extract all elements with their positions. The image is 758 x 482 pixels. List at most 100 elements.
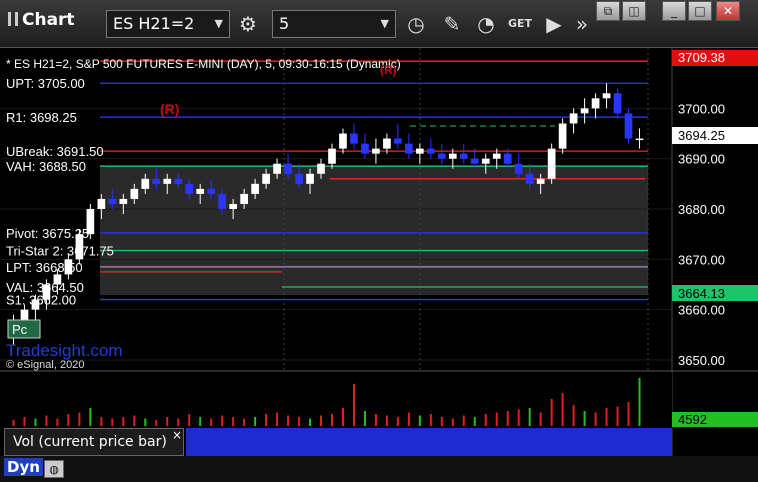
- candle-body: [108, 198, 117, 204]
- volume-bar: [309, 418, 312, 426]
- top-price-tag-text: 3709.38: [678, 50, 725, 65]
- volume-bar: [122, 417, 125, 426]
- volume-bar: [89, 408, 92, 426]
- close-icon[interactable]: ×: [172, 428, 182, 442]
- candle-body: [591, 98, 600, 109]
- candle-body: [481, 158, 490, 164]
- volume-bar: [232, 417, 235, 426]
- pc-badge-text: Pc: [12, 322, 28, 337]
- candle-body: [635, 138, 644, 141]
- candle-body: [394, 138, 402, 144]
- price-chart[interactable]: UPT: 3705.00 R1: 3698.25 UBreak: 3691.50VA…: [0, 0, 758, 456]
- volume-bar: [210, 418, 213, 426]
- last-price-tag-text: 3694.25: [678, 128, 725, 143]
- volume-bar: [517, 409, 520, 426]
- volume-bar: [495, 412, 498, 426]
- candle-body: [361, 143, 369, 154]
- candle-body: [339, 133, 347, 149]
- volume-bar: [12, 420, 15, 426]
- candle-body: [295, 173, 303, 184]
- volume-bar: [473, 417, 476, 426]
- volume-bar: [298, 417, 301, 426]
- volume-bar: [276, 412, 279, 426]
- volume-bar: [385, 415, 388, 426]
- dynamic-label[interactable]: Dyn: [4, 458, 43, 476]
- candle-body: [174, 178, 183, 184]
- volume-bar: [561, 393, 564, 426]
- volume-bar: [243, 418, 246, 426]
- volume-bar: [550, 399, 553, 426]
- volume-study-label[interactable]: Vol (current price bar): [4, 428, 184, 456]
- candle-body: [547, 148, 556, 179]
- r-marker: (R): [160, 101, 179, 117]
- volume-bar: [155, 420, 158, 426]
- volume-bar: [144, 418, 147, 426]
- level-label: LPT: 3668.50: [6, 260, 83, 275]
- candle-body: [207, 188, 216, 194]
- level-label: UBreak: 3691.50: [6, 144, 104, 159]
- candle-body: [251, 183, 259, 194]
- candle-body: [185, 183, 194, 194]
- candle-body: [119, 198, 128, 204]
- candle-body: [383, 138, 391, 149]
- candle-body: [602, 93, 611, 99]
- volume-bar: [396, 417, 399, 426]
- volume-bar: [45, 415, 48, 426]
- price-tick-label: 3690.00: [678, 152, 725, 167]
- level-label: S1: 3662.00: [6, 293, 76, 308]
- r-marker-top: (R): [380, 63, 397, 77]
- volume-bar: [638, 378, 641, 426]
- level-label: Tri-Star 2: 3671.75: [6, 244, 114, 259]
- future-space: [648, 165, 672, 370]
- candle-body: [525, 173, 534, 184]
- candle-body: [196, 188, 205, 194]
- volume-bar: [539, 412, 542, 426]
- brand-watermark: Tradesight.com: [6, 341, 123, 360]
- volume-bar: [133, 415, 136, 426]
- candle-body: [558, 123, 567, 149]
- candle-body: [492, 153, 501, 159]
- candle-body: [163, 178, 172, 184]
- price-tick-label: 3700.00: [678, 101, 725, 116]
- level-label: UPT: 3705.00: [6, 76, 85, 91]
- volume-bar: [341, 408, 344, 426]
- volume-bar: [188, 414, 191, 426]
- volume-label-bar: [186, 428, 672, 456]
- candle-body: [405, 143, 413, 154]
- candle-body: [97, 198, 106, 209]
- volume-bar: [528, 408, 531, 426]
- volume-bar: [78, 412, 81, 426]
- level-label: Pivot: 3675.25: [6, 226, 89, 241]
- candle-body: [317, 163, 325, 174]
- candle-body: [284, 163, 292, 174]
- candle-body: [624, 113, 633, 139]
- candle-body: [130, 188, 139, 199]
- candle-body: [350, 133, 358, 144]
- candle-body: [20, 309, 29, 320]
- candle-body: [613, 93, 622, 114]
- volume-bar: [34, 418, 37, 426]
- candle-body: [470, 158, 479, 164]
- settings-icon[interactable]: ◍: [44, 460, 64, 478]
- candle-body: [426, 148, 435, 154]
- candle-body: [306, 173, 314, 184]
- volume-bar: [583, 411, 586, 426]
- candle-body: [273, 163, 281, 174]
- volume-bar: [221, 415, 224, 426]
- candle-body: [514, 163, 523, 174]
- candle-body: [262, 173, 270, 184]
- price-tick-label: 3680.00: [678, 202, 725, 217]
- level-label: R1: 3698.25: [6, 110, 77, 125]
- candle-body: [416, 148, 424, 154]
- candle-body: [372, 148, 380, 154]
- volume-bar: [23, 417, 26, 426]
- candle-body: [580, 108, 589, 114]
- volume-bar: [56, 418, 59, 426]
- volume-bar: [407, 412, 410, 426]
- price-tick-label: 3660.00: [678, 303, 725, 318]
- low-price-tag-text: 3664.13: [678, 286, 725, 301]
- volume-bar: [254, 417, 257, 426]
- candle-body: [141, 178, 150, 189]
- price-tick-label: 3650.00: [678, 353, 725, 368]
- volume-bar: [484, 414, 487, 426]
